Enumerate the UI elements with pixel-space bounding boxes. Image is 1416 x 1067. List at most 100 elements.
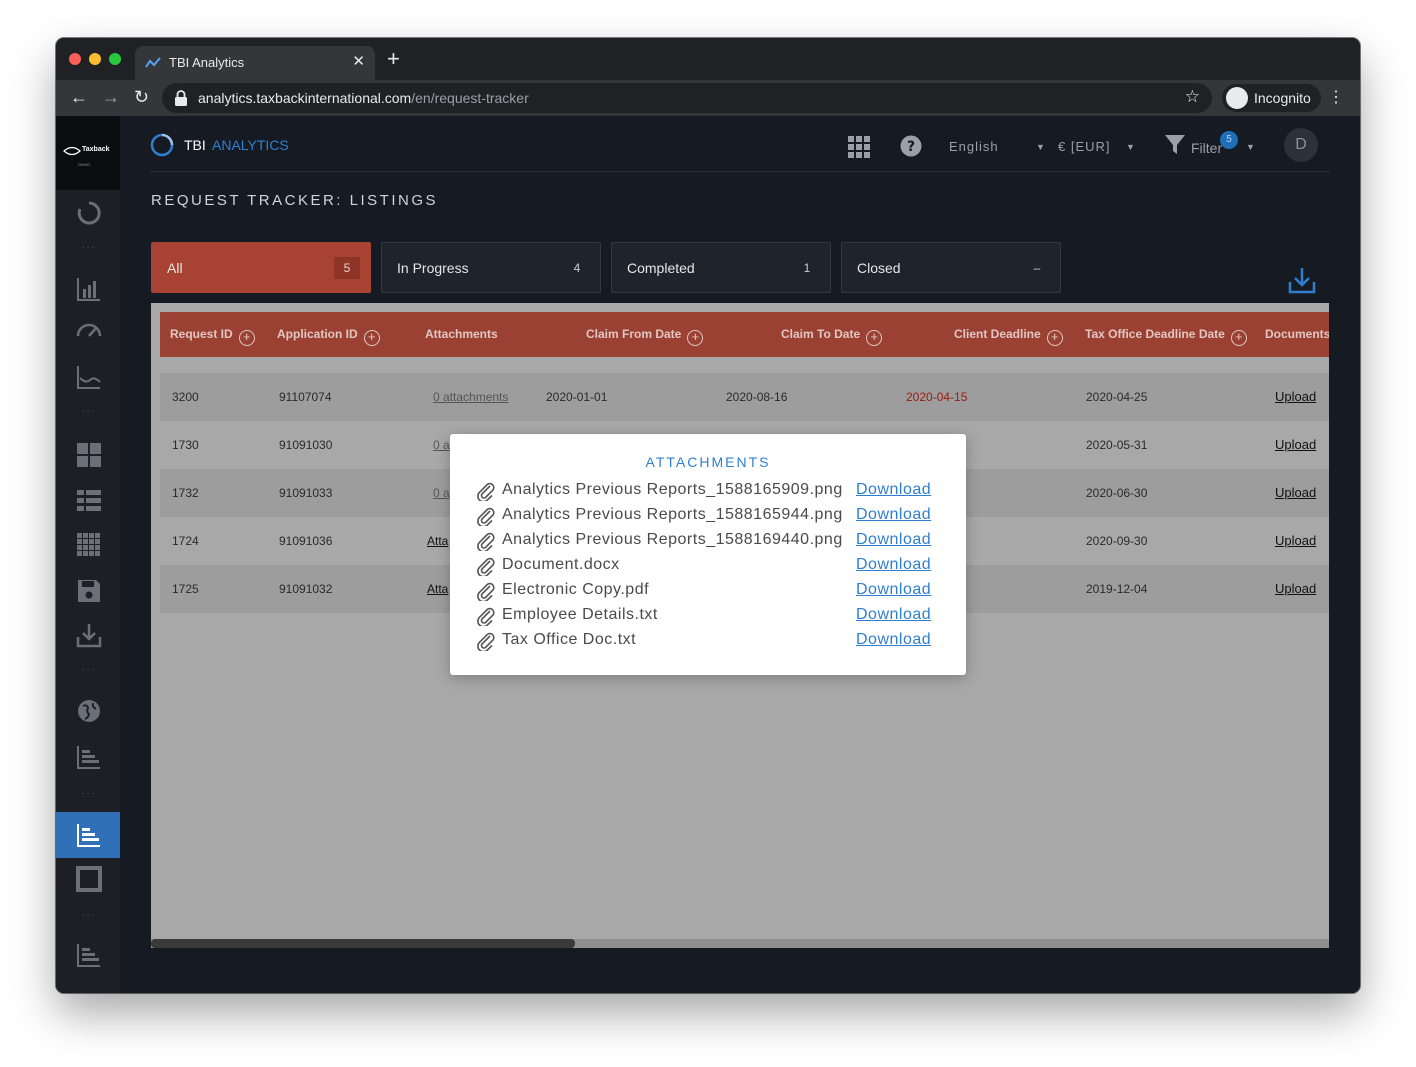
sidebar-separator: ··· <box>82 664 95 675</box>
paperclip-icon <box>477 607 495 626</box>
gantt-chart-icon[interactable] <box>76 744 102 770</box>
filter-button[interactable]: Filter <box>1191 140 1222 156</box>
paperclip-icon <box>477 557 495 576</box>
new-tab-button[interactable]: + <box>387 48 400 70</box>
lock-icon <box>175 90 187 106</box>
tab-count: 4 <box>573 261 581 275</box>
tab-completed[interactable]: Completed 1 <box>611 242 831 293</box>
attachments-link[interactable]: 0 a <box>433 438 450 452</box>
download-link[interactable]: Download <box>856 606 931 624</box>
help-icon[interactable]: ? <box>900 135 922 157</box>
save-icon[interactable] <box>76 578 102 604</box>
browser-menu-icon[interactable]: ⋮ <box>1328 88 1344 108</box>
gauge-icon[interactable] <box>76 318 102 344</box>
apps-grid-icon[interactable] <box>76 532 102 558</box>
refresh-circle-icon[interactable] <box>76 200 102 226</box>
reload-icon[interactable]: ↻ <box>134 86 149 108</box>
attachment-item: Electronic Copy.pdf Download <box>476 579 936 604</box>
language-chevron-icon[interactable]: ▼ <box>1036 142 1046 152</box>
sidebar-item-request-tracker[interactable] <box>56 812 120 858</box>
language-select[interactable]: English <box>949 139 999 154</box>
tab-count: 1 <box>803 261 811 275</box>
download-link[interactable]: Download <box>856 531 931 549</box>
address-bar[interactable]: analytics.taxbackinternational.com/en/re… <box>162 83 1212 113</box>
attachment-name: Analytics Previous Reports_1588169440.pn… <box>502 531 843 548</box>
gantt-chart-icon[interactable] <box>76 942 102 968</box>
dashboard-grid-icon[interactable] <box>76 442 102 468</box>
upload-link[interactable]: Upload <box>1275 581 1316 596</box>
scrollbar-thumb[interactable] <box>151 939 575 948</box>
download-link[interactable]: Download <box>856 506 931 524</box>
minimize-window-button[interactable] <box>89 53 101 65</box>
attachment-item: Analytics Previous Reports_1588165909.pn… <box>476 479 936 504</box>
tab-all[interactable]: All 5 <box>151 242 371 293</box>
download-tray-icon[interactable] <box>76 622 102 648</box>
tab-count: – <box>1033 261 1041 275</box>
upload-link[interactable]: Upload <box>1275 533 1316 548</box>
column-application-id[interactable]: Application ID + <box>277 327 380 346</box>
browser-tab[interactable]: TBI Analytics ✕ <box>135 46 375 80</box>
attachment-item: Analytics Previous Reports_1588165944.pn… <box>476 504 936 529</box>
attachment-item: Tax Office Doc.txt Download <box>476 629 936 654</box>
attachments-link[interactable]: Atta <box>427 534 448 548</box>
page-title: REQUEST TRACKER: LISTINGS <box>151 192 438 209</box>
close-window-button[interactable] <box>69 53 81 65</box>
modal-title: ATTACHMENTS <box>645 454 771 470</box>
download-link[interactable]: Download <box>856 581 931 599</box>
upload-link[interactable]: Upload <box>1275 485 1316 500</box>
attachment-item: Analytics Previous Reports_1588169440.pn… <box>476 529 936 554</box>
sort-plus-icon: + <box>238 330 255 346</box>
column-tax-office-deadline[interactable]: Tax Office Deadline Date + <box>1085 327 1247 346</box>
currency-select[interactable]: € [EUR] <box>1058 139 1111 154</box>
tab-in-progress[interactable]: In Progress 4 <box>381 242 601 293</box>
incognito-profile-button[interactable]: Incognito <box>1222 84 1321 112</box>
download-link[interactable]: Download <box>856 556 931 574</box>
export-download-icon[interactable] <box>1288 266 1316 294</box>
maximize-window-button[interactable] <box>109 53 121 65</box>
paperclip-icon <box>477 532 495 551</box>
bar-chart-icon[interactable] <box>76 276 102 302</box>
close-tab-icon[interactable]: ✕ <box>352 52 365 70</box>
upload-link[interactable]: Upload <box>1275 437 1316 452</box>
attachment-name: Document.docx <box>502 556 620 573</box>
column-claim-to-date[interactable]: Claim To Date + <box>781 327 883 346</box>
apps-menu-icon[interactable] <box>848 136 870 158</box>
sort-plus-icon: + <box>1230 330 1247 346</box>
column-request-id[interactable]: Request ID + <box>170 327 255 346</box>
attachments-modal: ATTACHMENTS Analytics Previous Reports_1… <box>450 434 966 675</box>
incognito-icon <box>1226 87 1248 109</box>
line-chart-icon[interactable] <box>76 364 102 390</box>
globe-icon[interactable] <box>76 698 102 724</box>
paperclip-icon <box>477 632 495 651</box>
tbi-logo-icon[interactable] <box>150 133 174 157</box>
filter-icon[interactable] <box>1165 135 1185 155</box>
currency-chevron-icon[interactable]: ▼ <box>1126 142 1136 152</box>
url-text: analytics.taxbackinternational.com/en/re… <box>198 90 529 106</box>
column-client-deadline[interactable]: Client Deadline + <box>954 327 1063 346</box>
brand-tbi: TBI <box>184 137 206 153</box>
filter-chevron-icon[interactable]: ▼ <box>1246 142 1256 152</box>
bookmark-star-icon[interactable]: ☆ <box>1185 87 1200 107</box>
square-frame-icon[interactable] <box>76 866 102 892</box>
sidebar-separator: ··· <box>82 788 95 799</box>
attachments-link[interactable]: 0 attachments <box>433 390 508 404</box>
sidebar: Taxback DEMO ··· ··· ··· ··· ··· <box>56 116 120 993</box>
request-tracker-icon <box>77 824 100 847</box>
taxback-logo[interactable]: Taxback DEMO <box>56 116 120 190</box>
attachments-link[interactable]: 0 a <box>433 486 450 500</box>
back-icon[interactable]: ← <box>70 86 88 108</box>
download-link[interactable]: Download <box>856 631 931 649</box>
sort-plus-icon: + <box>687 330 704 346</box>
attachments-link[interactable]: Atta <box>427 582 448 596</box>
tab-closed[interactable]: Closed – <box>841 242 1061 293</box>
tab-title: TBI Analytics <box>169 55 245 70</box>
table-row[interactable]: 3200 91107074 0 attachments 2020-01-01 2… <box>160 373 1329 421</box>
download-link[interactable]: Download <box>856 481 931 499</box>
analytics-favicon-icon <box>145 57 161 68</box>
forward-icon[interactable]: → <box>102 86 120 108</box>
attachment-item: Employee Details.txt Download <box>476 604 936 629</box>
column-claim-from-date[interactable]: Claim From Date + <box>586 327 704 346</box>
user-avatar[interactable]: D <box>1284 128 1318 162</box>
upload-link[interactable]: Upload <box>1275 389 1316 404</box>
table-list-icon[interactable] <box>76 488 102 514</box>
